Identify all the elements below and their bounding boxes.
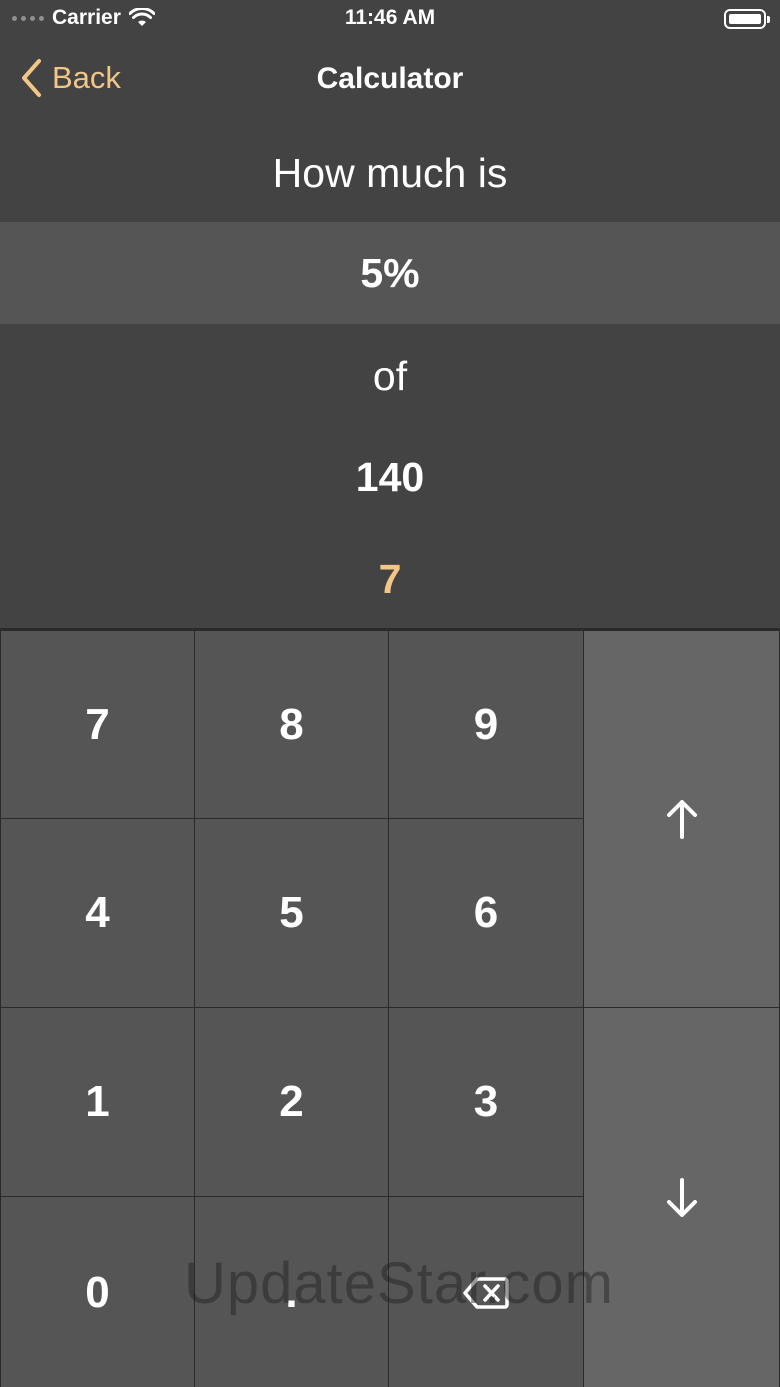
battery-icon: [724, 9, 770, 29]
arrow-up-button[interactable]: [583, 630, 780, 1008]
key-7[interactable]: 7: [0, 630, 195, 819]
result-value: 7: [378, 555, 402, 602]
key-3[interactable]: 3: [388, 1007, 584, 1197]
key-1[interactable]: 1: [0, 1007, 195, 1197]
keypad: 7 8 9 4 5 6 1 2 3 0 .: [0, 628, 780, 1387]
status-bar: Carrier 11:46 AM: [0, 0, 780, 40]
backspace-icon: [463, 1276, 509, 1309]
question-label: How much is: [272, 149, 508, 196]
status-time: 11:46 AM: [344, 6, 436, 29]
percent-field[interactable]: 5%: [0, 222, 780, 324]
of-label: of: [372, 352, 408, 399]
page-title: Calculator: [316, 62, 464, 95]
key-4[interactable]: 4: [0, 818, 195, 1008]
arrow-up-icon: [666, 800, 697, 839]
arrow-down-icon: [666, 1178, 697, 1217]
navigation-bar: Back Calculator: [0, 44, 780, 116]
key-8[interactable]: 8: [194, 630, 389, 819]
key-5[interactable]: 5: [194, 818, 389, 1008]
key-9[interactable]: 9: [388, 630, 584, 819]
arrow-down-button[interactable]: [583, 1007, 780, 1387]
key-decimal[interactable]: .: [194, 1196, 389, 1387]
key-0[interactable]: 0: [0, 1196, 195, 1387]
delete-button[interactable]: [388, 1196, 584, 1387]
key-6[interactable]: 6: [388, 818, 584, 1008]
value-field[interactable]: 140: [0, 426, 780, 528]
key-2[interactable]: 2: [194, 1007, 389, 1197]
